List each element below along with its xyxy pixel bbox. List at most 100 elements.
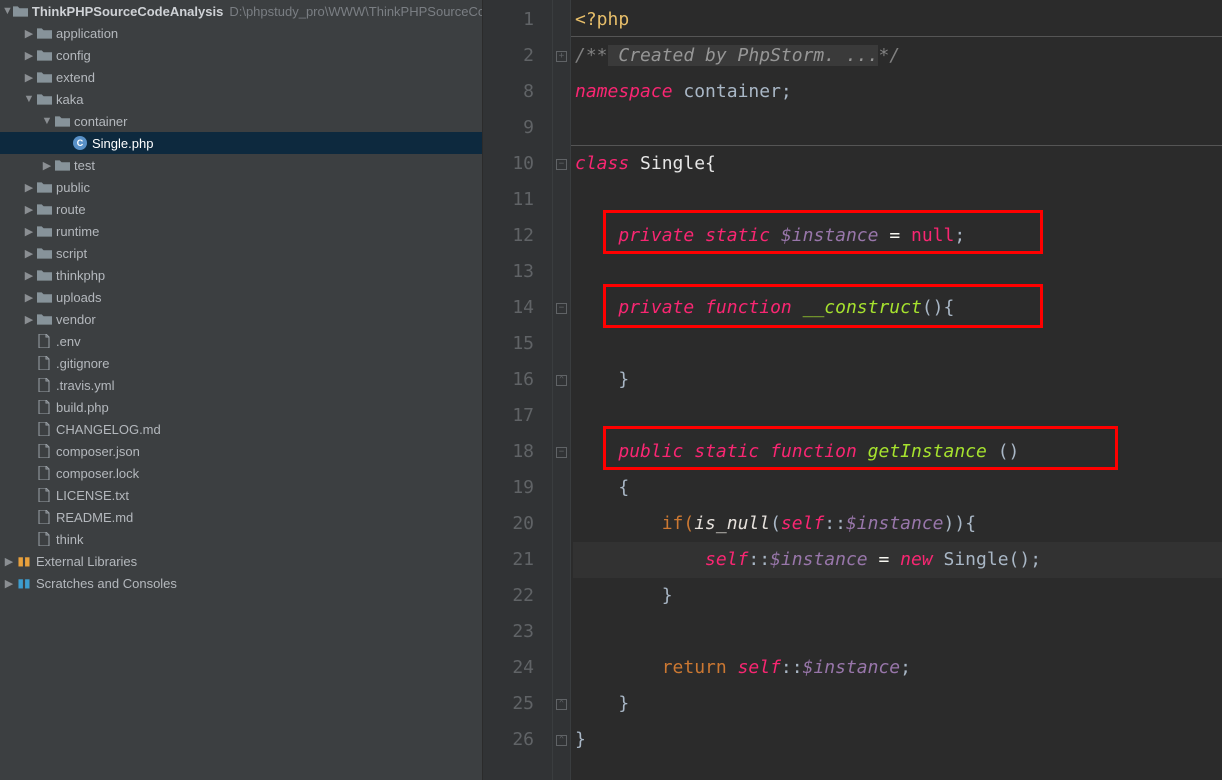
code-line[interactable] bbox=[573, 398, 1222, 434]
tree-arrow-icon: ▶ bbox=[22, 291, 36, 304]
fold-marker[interactable]: − bbox=[553, 146, 570, 182]
code-line[interactable]: self::$instance = new Single(); bbox=[573, 542, 1222, 578]
file-icon bbox=[36, 465, 52, 481]
line-number: 14 bbox=[483, 290, 534, 326]
tree-item[interactable]: .env bbox=[0, 330, 482, 352]
tree-item[interactable]: CSingle.php bbox=[0, 132, 482, 154]
tree-item[interactable]: composer.lock bbox=[0, 462, 482, 484]
tree-item[interactable]: ▶test bbox=[0, 154, 482, 176]
fold-marker bbox=[553, 470, 570, 506]
fold-marker[interactable]: − bbox=[553, 290, 570, 326]
tree-item[interactable]: README.md bbox=[0, 506, 482, 528]
code-line[interactable]: public static function getInstance () bbox=[573, 434, 1222, 470]
tree-arrow-icon: ▶ bbox=[22, 269, 36, 282]
tree-arrow-icon: ▶ bbox=[22, 313, 36, 326]
code-line[interactable]: { bbox=[573, 470, 1222, 506]
code-line[interactable] bbox=[573, 326, 1222, 362]
tree-item[interactable]: .travis.yml bbox=[0, 374, 482, 396]
code-line[interactable]: if(is_null(self::$instance)){ bbox=[573, 506, 1222, 542]
tree-arrow-icon: ▼ bbox=[40, 115, 54, 127]
fold-marker[interactable]: ⌃ bbox=[553, 362, 570, 398]
fold-marker bbox=[553, 326, 570, 362]
project-root[interactable]: ▼ ThinkPHPSourceCodeAnalysis D:\phpstudy… bbox=[0, 0, 482, 22]
line-number: 11 bbox=[483, 182, 534, 218]
line-number: 13 bbox=[483, 254, 534, 290]
fold-marker[interactable]: ⌃ bbox=[553, 686, 570, 722]
tree-item-label: CHANGELOG.md bbox=[56, 422, 161, 437]
tree-item[interactable]: ▶ application bbox=[0, 22, 482, 44]
code-line[interactable]: } bbox=[573, 362, 1222, 398]
folder-icon bbox=[54, 113, 70, 129]
tree-item[interactable]: ▶▮▮External Libraries bbox=[0, 550, 482, 572]
tree-item[interactable]: build.php bbox=[0, 396, 482, 418]
tree-item[interactable]: .gitignore bbox=[0, 352, 482, 374]
code-line[interactable] bbox=[573, 182, 1222, 218]
fold-marker bbox=[553, 218, 570, 254]
code-line[interactable]: <?php bbox=[573, 2, 1222, 38]
folder-icon bbox=[13, 3, 28, 19]
line-number: 8 bbox=[483, 74, 534, 110]
tree-item[interactable]: ▶config bbox=[0, 44, 482, 66]
project-tree: ▼ ThinkPHPSourceCodeAnalysis D:\phpstudy… bbox=[0, 0, 483, 780]
fold-marker bbox=[553, 506, 570, 542]
code-area[interactable]: <?php /** Created by PhpStorm. ...*/ nam… bbox=[571, 0, 1222, 780]
tree-item-label: application bbox=[56, 26, 118, 41]
fold-marker[interactable]: ⌃ bbox=[553, 722, 570, 758]
tree-item-label: think bbox=[56, 532, 83, 547]
folder-icon bbox=[36, 201, 52, 217]
tree-item-label: container bbox=[74, 114, 127, 129]
tree-item[interactable]: ▼ container bbox=[0, 110, 482, 132]
folder-icon bbox=[36, 47, 52, 63]
code-line[interactable]: return self::$instance; bbox=[573, 650, 1222, 686]
line-number: 23 bbox=[483, 614, 534, 650]
code-line[interactable]: } bbox=[573, 578, 1222, 614]
line-number-gutter: 12891011121314151617181920212223242526 bbox=[483, 0, 553, 780]
code-line[interactable]: } bbox=[573, 722, 1222, 758]
tree-arrow-icon: ▶ bbox=[2, 577, 16, 590]
tree-arrow-icon: ▶ bbox=[22, 27, 36, 40]
line-number: 1 bbox=[483, 2, 534, 38]
tree-item-label: .gitignore bbox=[56, 356, 109, 371]
file-icon bbox=[36, 487, 52, 503]
tree-item[interactable]: ▶extend bbox=[0, 66, 482, 88]
code-line[interactable] bbox=[573, 254, 1222, 290]
code-line[interactable] bbox=[573, 110, 1222, 146]
tree-item[interactable]: ▼kaka bbox=[0, 88, 482, 110]
tree-item-label: composer.lock bbox=[56, 466, 139, 481]
tree-item[interactable]: composer.json bbox=[0, 440, 482, 462]
tree-item[interactable]: ▶vendor bbox=[0, 308, 482, 330]
line-number: 18 bbox=[483, 434, 534, 470]
code-line[interactable]: namespace container; bbox=[573, 74, 1222, 110]
tree-item-label: route bbox=[56, 202, 86, 217]
line-number: 22 bbox=[483, 578, 534, 614]
tree-item[interactable]: ▶runtime bbox=[0, 220, 482, 242]
code-line[interactable]: } bbox=[573, 686, 1222, 722]
code-line[interactable]: private function __construct(){ bbox=[573, 290, 1222, 326]
tree-item[interactable]: LICENSE.txt bbox=[0, 484, 482, 506]
tree-item[interactable]: ▶uploads bbox=[0, 286, 482, 308]
tree-item[interactable]: ▶thinkphp bbox=[0, 264, 482, 286]
tree-item[interactable]: ▶script bbox=[0, 242, 482, 264]
tree-item[interactable]: ▶▮▮Scratches and Consoles bbox=[0, 572, 482, 594]
fold-marker[interactable]: − bbox=[553, 434, 570, 470]
fold-marker bbox=[553, 74, 570, 110]
tree-arrow-icon: ▶ bbox=[22, 181, 36, 194]
code-line[interactable]: private static $instance = null; bbox=[573, 218, 1222, 254]
folder-icon bbox=[36, 289, 52, 305]
code-line[interactable]: /** Created by PhpStorm. ...*/ bbox=[573, 38, 1222, 74]
file-icon bbox=[36, 399, 52, 415]
tree-item[interactable]: think bbox=[0, 528, 482, 550]
chevron-down-icon: ▼ bbox=[2, 5, 13, 17]
code-editor[interactable]: 12891011121314151617181920212223242526 +… bbox=[483, 0, 1222, 780]
code-line[interactable] bbox=[573, 614, 1222, 650]
tree-item[interactable]: ▶ route bbox=[0, 198, 482, 220]
fold-marker bbox=[553, 542, 570, 578]
tree-arrow-icon: ▶ bbox=[22, 203, 36, 216]
tree-item[interactable]: CHANGELOG.md bbox=[0, 418, 482, 440]
fold-marker[interactable]: + bbox=[553, 38, 570, 74]
folder-icon bbox=[36, 25, 52, 41]
separator-line bbox=[571, 36, 1222, 37]
line-number: 25 bbox=[483, 686, 534, 722]
tree-item[interactable]: ▶public bbox=[0, 176, 482, 198]
code-line[interactable]: class Single{ bbox=[573, 146, 1222, 182]
